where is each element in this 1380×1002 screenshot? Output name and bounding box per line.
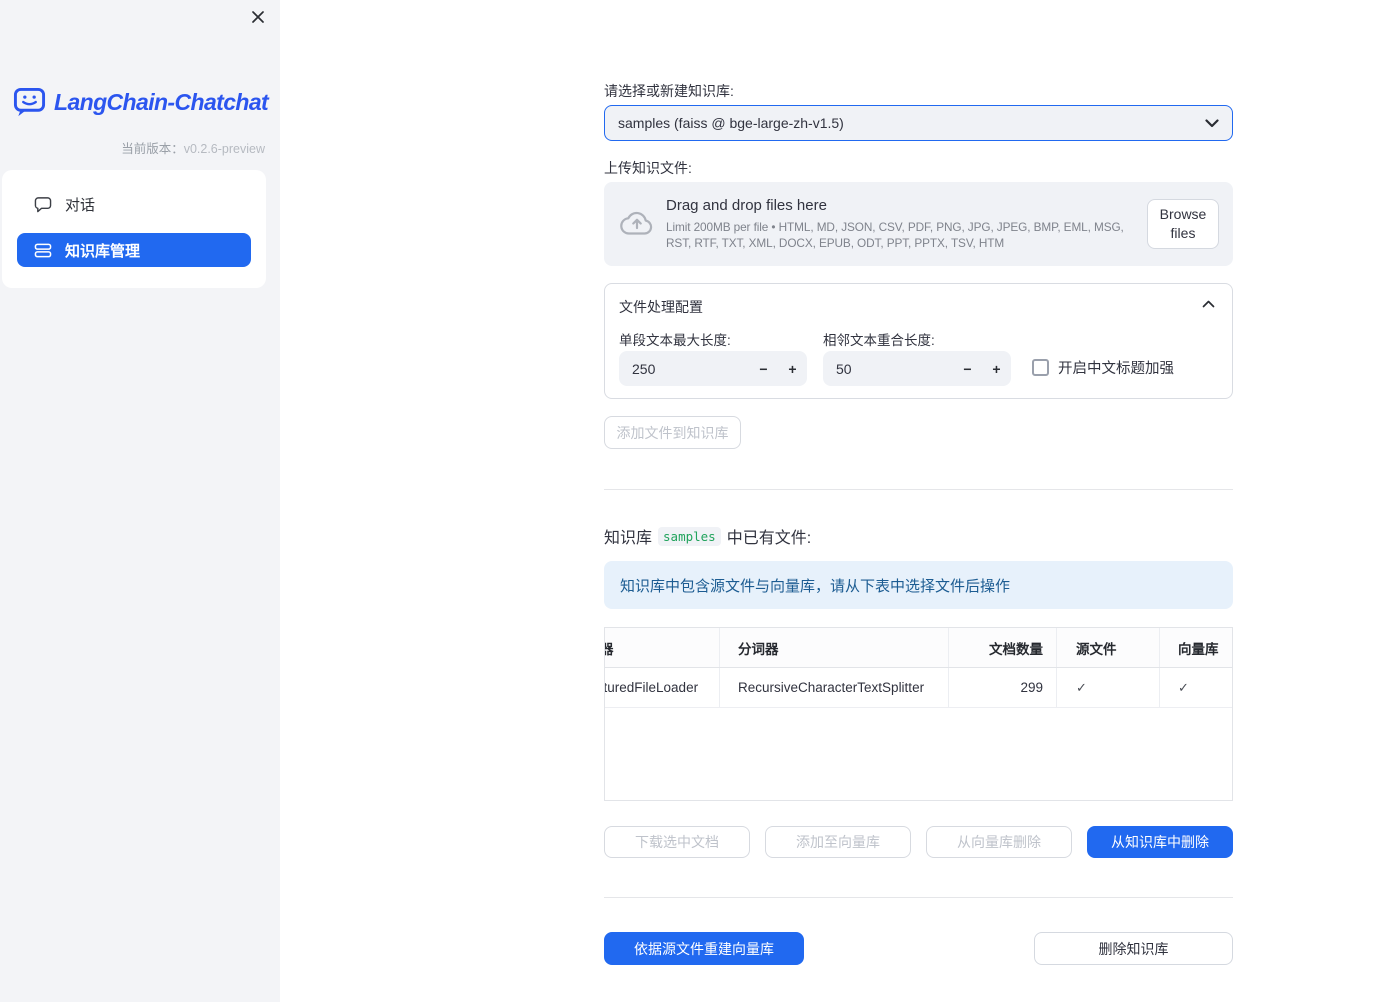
kb-name-code: samples	[658, 526, 721, 546]
cell-source-file[interactable]: ✓	[1056, 668, 1159, 707]
close-icon	[252, 11, 264, 23]
zh-title-checkbox[interactable]: 开启中文标题加强	[1032, 357, 1174, 378]
delete-from-kb-button[interactable]: 从知识库中删除	[1087, 826, 1233, 858]
overlap-size-step-up[interactable]: +	[982, 351, 1011, 386]
kb-list-icon	[34, 243, 52, 257]
uploader-title: Drag and drop files here	[666, 197, 827, 214]
chevron-down-icon	[1205, 118, 1219, 127]
rebuild-vector-store-button[interactable]: 依据源文件重建向量库	[604, 932, 804, 965]
file-uploader-dropzone[interactable]: Drag and drop files here Limit 200MB per…	[604, 182, 1233, 266]
kb-files-table: 文档加载器 分词器 文档数量 源文件 向量库 UnstructuredFileL…	[604, 627, 1233, 801]
kb-files-heading-prefix: 知识库	[604, 530, 653, 547]
check-icon: ✓	[1178, 679, 1189, 695]
app-logo-text: LangChain-Chatchat	[54, 89, 269, 115]
expander-header[interactable]: 文件处理配置	[605, 284, 1232, 324]
sidebar: LangChain-Chatchat 当前版本：v0.2.6-preview 对…	[0, 0, 280, 1002]
version-value: v0.2.6-preview	[183, 142, 265, 156]
overlap-size-input[interactable]: 50 − +	[823, 351, 1011, 386]
chunk-size-input[interactable]: 250 − +	[619, 351, 807, 386]
add-files-button[interactable]: 添加文件到知识库	[604, 416, 741, 449]
chunk-size-step-up[interactable]: +	[778, 351, 807, 386]
app-logo: LangChain-Chatchat	[13, 86, 269, 119]
expander-title: 文件处理配置	[619, 299, 703, 315]
cloud-upload-icon	[620, 211, 653, 235]
sidebar-item-label: 对话	[65, 196, 96, 214]
version-label: 当前版本：	[121, 142, 184, 156]
overlap-size-step-down[interactable]: −	[953, 351, 982, 386]
chat-bubble-icon	[34, 196, 52, 212]
chunk-size-step-down[interactable]: −	[749, 351, 778, 386]
cell-docs-count[interactable]: 299	[948, 668, 1056, 707]
cell-vector-store[interactable]: ✓	[1159, 668, 1232, 707]
kb-files-heading-suffix: 中已有文件:	[726, 530, 812, 547]
sidebar-item-kb-management[interactable]: 知识库管理	[17, 233, 251, 267]
kb-files-heading: 知识库 samples 中已有文件:	[604, 524, 811, 548]
sidebar-item-dialogue[interactable]: 对话	[17, 186, 251, 222]
chunk-size-value[interactable]: 250	[619, 361, 749, 377]
sidebar-nav: 对话 知识库管理	[2, 170, 266, 288]
version-text: 当前版本：v0.2.6-preview	[121, 138, 265, 157]
add-to-vector-store-button[interactable]: 添加至向量库	[765, 826, 911, 858]
check-icon: ✓	[1076, 679, 1087, 695]
table-row[interactable]: UnstructuredFileLoader RecursiveCharacte…	[605, 668, 1232, 708]
table-header-docs-count[interactable]: 文档数量	[948, 628, 1056, 667]
chunk-size-label: 单段文本最大长度:	[619, 333, 731, 348]
info-banner-text: 知识库中包含源文件与向量库，请从下表中选择文件后操作	[620, 577, 1011, 595]
kb-select-label: 请选择或新建知识库:	[604, 83, 734, 99]
chat-logo-icon	[13, 87, 46, 117]
overlap-size-value[interactable]: 50	[823, 361, 953, 377]
cell-loader[interactable]: UnstructuredFileLoader	[605, 668, 719, 707]
chevron-up-icon	[1202, 300, 1215, 308]
download-selected-button[interactable]: 下载选中文档	[604, 826, 750, 858]
sidebar-item-label: 知识库管理	[65, 242, 141, 260]
overlap-size-label: 相邻文本重合长度:	[823, 333, 935, 348]
divider	[604, 897, 1233, 898]
checkbox-box-icon[interactable]	[1032, 359, 1049, 376]
table-header-splitter[interactable]: 分词器	[719, 628, 948, 667]
kb-select-value: samples (faiss @ bge-large-zh-v1.5)	[618, 115, 844, 131]
cell-splitter[interactable]: RecursiveCharacterTextSplitter	[719, 668, 948, 707]
table-header-loader[interactable]: 文档加载器	[605, 628, 719, 667]
divider	[604, 489, 1233, 490]
info-banner: 知识库中包含源文件与向量库，请从下表中选择文件后操作	[604, 561, 1233, 609]
table-header-vector-store[interactable]: 向量库	[1159, 628, 1232, 667]
uploader-texts: Drag and drop files here Limit 200MB per…	[666, 197, 1150, 251]
table-header-row: 文档加载器 分词器 文档数量 源文件 向量库	[605, 628, 1232, 668]
delete-from-vector-store-button[interactable]: 从向量库删除	[926, 826, 1072, 858]
file-config-expander: 文件处理配置 单段文本最大长度: 250 − + 相邻文本重合长度: 50 − …	[604, 283, 1233, 399]
table-header-source-file[interactable]: 源文件	[1056, 628, 1159, 667]
sidebar-close-button[interactable]	[248, 7, 268, 27]
kb-select[interactable]: samples (faiss @ bge-large-zh-v1.5)	[604, 105, 1233, 141]
uploader-limit-text: Limit 200MB per file • HTML, MD, JSON, C…	[666, 220, 1124, 250]
delete-kb-button[interactable]: 删除知识库	[1034, 932, 1233, 965]
zh-title-checkbox-label: 开启中文标题加强	[1058, 361, 1174, 377]
upload-label: 上传知识文件:	[604, 160, 692, 176]
browse-files-button[interactable]: Browse files	[1147, 199, 1219, 249]
